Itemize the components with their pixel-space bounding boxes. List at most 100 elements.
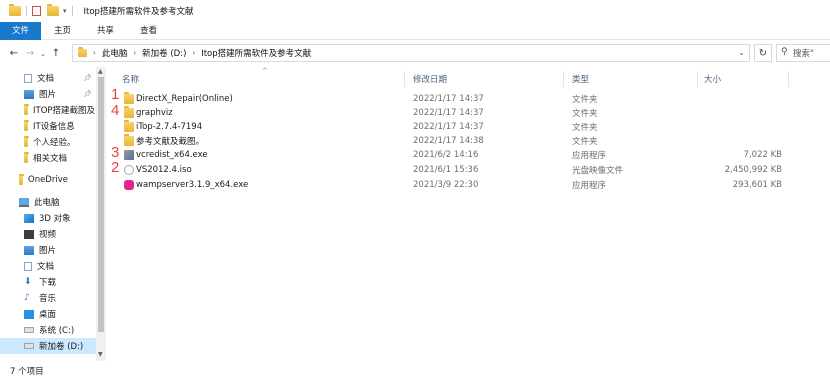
file-name: graphviz [136,108,173,118]
sidebar-item-pictures-pc[interactable]: 图片 [0,242,96,258]
sidebar-scrollbar[interactable]: ▲ ▼ [96,67,106,361]
sidebar-item-drive-c[interactable]: 系统 (C:) [0,322,96,338]
file-row[interactable]: graphviz 2022/1/17 14:37 文件夹 [108,106,798,120]
sidebar-item-music[interactable]: ♪ 音乐 [0,290,96,306]
desktop-icon [24,309,34,319]
up-arrow-icon[interactable]: ↑ [48,46,64,62]
folder-icon [124,106,134,118]
file-row[interactable]: wampserver3.1.9_x64.exe 2021/3/9 22:30 应… [108,178,798,192]
file-date: 2022/1/17 14:38 [413,136,484,146]
tab-view[interactable]: 查看 [127,22,170,40]
customize-toolbar-icon[interactable]: ▾ [63,7,67,15]
column-header-type[interactable]: 类型 [572,71,697,87]
sidebar-item-videos[interactable]: 视频 [0,226,96,242]
download-icon: ⬇ [24,276,32,287]
installer-icon [124,150,134,160]
column-header-date[interactable]: 修改日期 [413,71,563,87]
file-size: 293,601 KB [732,180,782,190]
new-folder-icon[interactable] [47,4,59,16]
pictures-icon [24,89,34,99]
file-type: 光盘映像文件 [572,166,624,176]
sidebar-item-label: 系统 (C:) [39,326,75,336]
folder-icon [124,134,134,146]
sidebar-item-drive-d[interactable]: 新加卷 (D:) [0,338,96,354]
chevron-right-icon[interactable]: › [192,49,195,57]
title-bar: ▾ Itop搭建所需软件及参考文献 [0,0,830,22]
sidebar-item-label: 下载 [39,278,57,288]
file-row[interactable]: vcredist_x64.exe 2021/6/2 14:16 应用程序 7,0… [108,148,798,162]
sidebar-item-downloads[interactable]: ⬇ 下载 [0,274,96,290]
file-row[interactable]: DirectX_Repair(Online) 2022/1/17 14:37 文… [108,92,798,106]
sidebar-item-personal-experience[interactable]: 个人经验。 [0,134,96,150]
disc-image-icon [124,165,134,175]
search-input[interactable]: ⚲ 搜索" [776,44,830,62]
sidebar-item-label: 新加卷 (D:) [39,342,84,352]
scrollbar-thumb[interactable] [98,77,104,332]
properties-icon[interactable] [32,6,41,16]
sidebar-item-this-pc[interactable]: 此电脑 [0,194,96,210]
folder-icon [78,47,87,57]
column-header-name[interactable]: 名称 [122,71,402,87]
sidebar-item-label: 相关文档 [33,154,68,164]
chevron-right-icon[interactable]: › [133,49,136,57]
chevron-right-icon[interactable]: › [93,49,96,57]
sidebar-item-label: 个人经验。 [33,138,76,148]
tab-share[interactable]: 共享 [84,22,127,40]
sidebar-item-it-devices[interactable]: IT设备信息 [0,118,96,134]
file-name: DirectX_Repair(Online) [136,94,233,104]
sidebar-item-documents[interactable]: 文档 📌︎ [0,70,96,86]
sidebar-item-desktop[interactable]: 桌面 [0,306,96,322]
file-type: 应用程序 [572,181,607,191]
folder-icon [24,103,29,115]
file-type: 文件夹 [572,137,598,147]
divider [26,6,27,16]
column-header-label: 名称 [122,75,140,85]
sidebar-item-itop-screenshots[interactable]: ITOP搭建截图及 [0,102,96,118]
file-row[interactable]: iTop-2.7.4-7194 2022/1/17 14:37 文件夹 [108,120,798,134]
pin-icon[interactable]: 📌︎ [83,74,92,82]
tab-file[interactable]: 文件 [0,21,42,40]
column-divider[interactable] [563,71,564,87]
chevron-down-icon[interactable]: ⌄ [738,48,745,57]
sidebar-item-label: IT设备信息 [33,122,75,132]
file-size: 7,022 KB [743,150,782,160]
sidebar-item-documents-pc[interactable]: 文档 [0,258,96,274]
refresh-button[interactable]: ↻ [754,44,772,62]
tab-home[interactable]: 主页 [41,22,84,40]
file-row[interactable]: 参考文献及截图。 2022/1/17 14:38 文件夹 [108,134,798,148]
column-divider[interactable] [697,71,698,87]
breadcrumb-current-folder[interactable]: Itop搭建所需软件及参考文献 [201,47,311,59]
sidebar-item-related-docs[interactable]: 相关文档 [0,150,96,166]
file-row[interactable]: VS2012.4.iso 2021/6/1 15:36 光盘映像文件 2,450… [108,163,798,177]
sidebar-item-pictures[interactable]: 图片 📌︎ [0,86,96,102]
column-header-size[interactable]: 大小 [704,71,784,87]
address-bar[interactable]: › 此电脑 › 新加卷 (D:) › Itop搭建所需软件及参考文献 ⌄ [72,44,750,62]
sidebar-item-label: OneDrive [28,175,68,185]
drive-icon [24,327,34,333]
sidebar-item-label: 文档 [37,262,55,272]
breadcrumb-this-pc[interactable]: 此电脑 [102,47,128,59]
scroll-up-icon[interactable]: ▲ [98,68,103,75]
wampserver-icon [124,180,134,190]
sidebar-item-onedrive[interactable]: OneDrive [0,172,96,188]
file-type: 文件夹 [572,109,598,119]
folder-icon [124,120,134,132]
column-divider[interactable] [788,71,789,87]
file-name: wampserver3.1.9_x64.exe [136,180,249,190]
forward-arrow-icon[interactable]: → [22,46,38,62]
back-arrow-icon[interactable]: ← [6,46,22,62]
search-icon: ⚲ [781,47,788,57]
drive-icon [24,343,34,349]
sidebar-item-label: 文档 [37,74,55,84]
column-divider[interactable] [404,71,405,87]
sidebar-item-3d-objects[interactable]: 3D 对象 [0,210,96,226]
sidebar-item-label: 图片 [39,90,57,100]
cloud-icon [19,173,24,185]
file-name: VS2012.4.iso [136,165,192,175]
scroll-down-icon[interactable]: ▼ [98,351,103,358]
sidebar-item-label: 此电脑 [34,198,60,208]
breadcrumb-drive-d[interactable]: 新加卷 (D:) [142,47,186,59]
recent-locations-icon[interactable]: ⌄ [38,46,48,62]
pin-icon[interactable]: 📌︎ [83,90,92,98]
ribbon-tabs: 文件 主页 共享 查看 [0,21,830,40]
